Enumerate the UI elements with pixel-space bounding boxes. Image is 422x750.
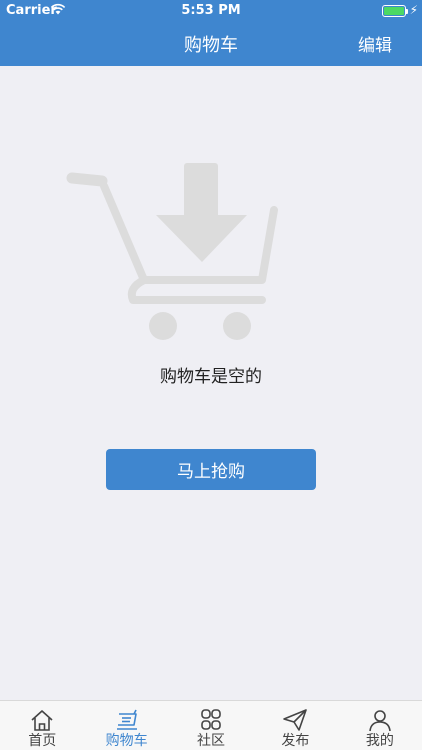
tab-community[interactable]: 社区 — [169, 701, 253, 750]
profile-icon — [369, 710, 391, 732]
publish-icon — [283, 709, 308, 731]
status-bar: Carrier 5:53 PM ⚡ — [0, 0, 422, 22]
tab-label: 发布 — [281, 733, 310, 749]
charging-icon: ⚡ — [409, 3, 418, 17]
community-icon — [201, 709, 221, 730]
tab-label: 购物车 — [105, 733, 148, 749]
tab-bar: 首页 购物车 社区 发布 我的 — [0, 700, 422, 750]
empty-cart-message: 购物车是空的 — [160, 367, 262, 387]
tab-home[interactable]: 首页 — [0, 701, 84, 750]
battery-icon — [382, 5, 408, 17]
shop-now-button[interactable]: 马上抢购 — [106, 449, 316, 490]
edit-button[interactable]: 编辑 — [358, 31, 392, 56]
tab-cart[interactable]: 购物车 — [84, 701, 168, 750]
tab-label: 首页 — [28, 733, 57, 749]
status-time: 5:53 PM — [181, 3, 241, 18]
tab-publish[interactable]: 发布 — [253, 701, 337, 750]
tab-profile[interactable]: 我的 — [338, 701, 422, 750]
tab-label: 社区 — [197, 733, 226, 749]
empty-cart-illustration — [66, 163, 278, 340]
tab-label: 我的 — [365, 733, 394, 749]
cart-icon — [116, 709, 137, 730]
app-header: Carrier 5:53 PM ⚡ 购物车 编辑 — [0, 0, 422, 66]
home-icon — [31, 710, 53, 731]
